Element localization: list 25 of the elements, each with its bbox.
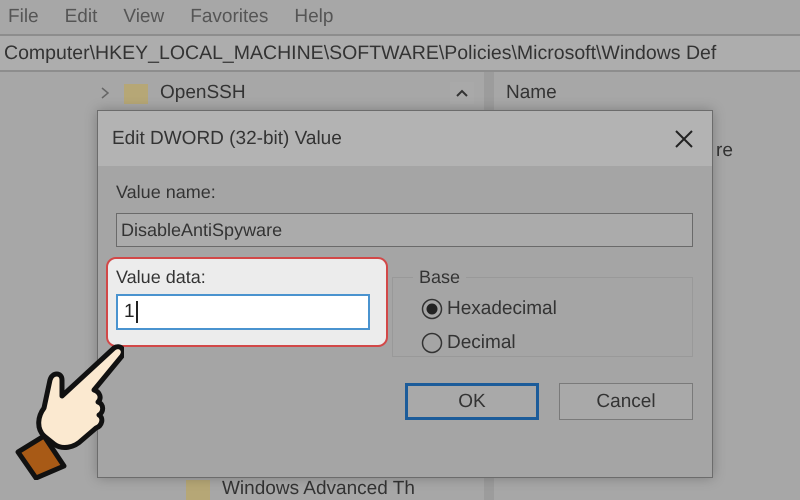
tree-item[interactable]: OpenSSH <box>160 82 246 104</box>
menu-item[interactable]: Help <box>294 6 334 28</box>
menu-item[interactable]: Edit <box>64 6 98 28</box>
radio-option[interactable]: Decimal <box>421 326 672 360</box>
address-bar[interactable]: Computer\HKEY_LOCAL_MACHINE\SOFTWARE\Policies\Microsoft\Windows Def <box>0 34 800 72</box>
folder-icon <box>186 478 210 500</box>
radio-option[interactable]: Hexadecimal <box>421 292 672 326</box>
close-icon[interactable] <box>674 128 694 148</box>
column-header[interactable]: Name <box>506 82 788 104</box>
tree-item[interactable]: Windows Advanced Th <box>222 478 415 500</box>
value-name-field[interactable]: DisableAntiSpyware <box>116 213 693 247</box>
menu-item[interactable]: View <box>123 6 164 28</box>
radio-icon[interactable] <box>421 332 443 354</box>
value-data-field[interactable]: 1 <box>116 294 370 330</box>
value-name-label: Value name: <box>116 182 217 203</box>
menu-item[interactable]: File <box>8 6 39 28</box>
dialog-button[interactable]: OK <box>405 383 539 420</box>
dialog-button[interactable]: Cancel <box>559 383 693 420</box>
value-data-label: Value data: <box>116 267 207 288</box>
dialog-title: Edit DWORD (32-bit) Value <box>112 128 342 150</box>
list-item[interactable]: re <box>716 140 733 162</box>
menu-item[interactable]: Favorites <box>190 6 268 28</box>
base-label: Base <box>418 267 462 288</box>
folder-icon <box>124 82 148 104</box>
radio-icon[interactable] <box>421 298 443 320</box>
